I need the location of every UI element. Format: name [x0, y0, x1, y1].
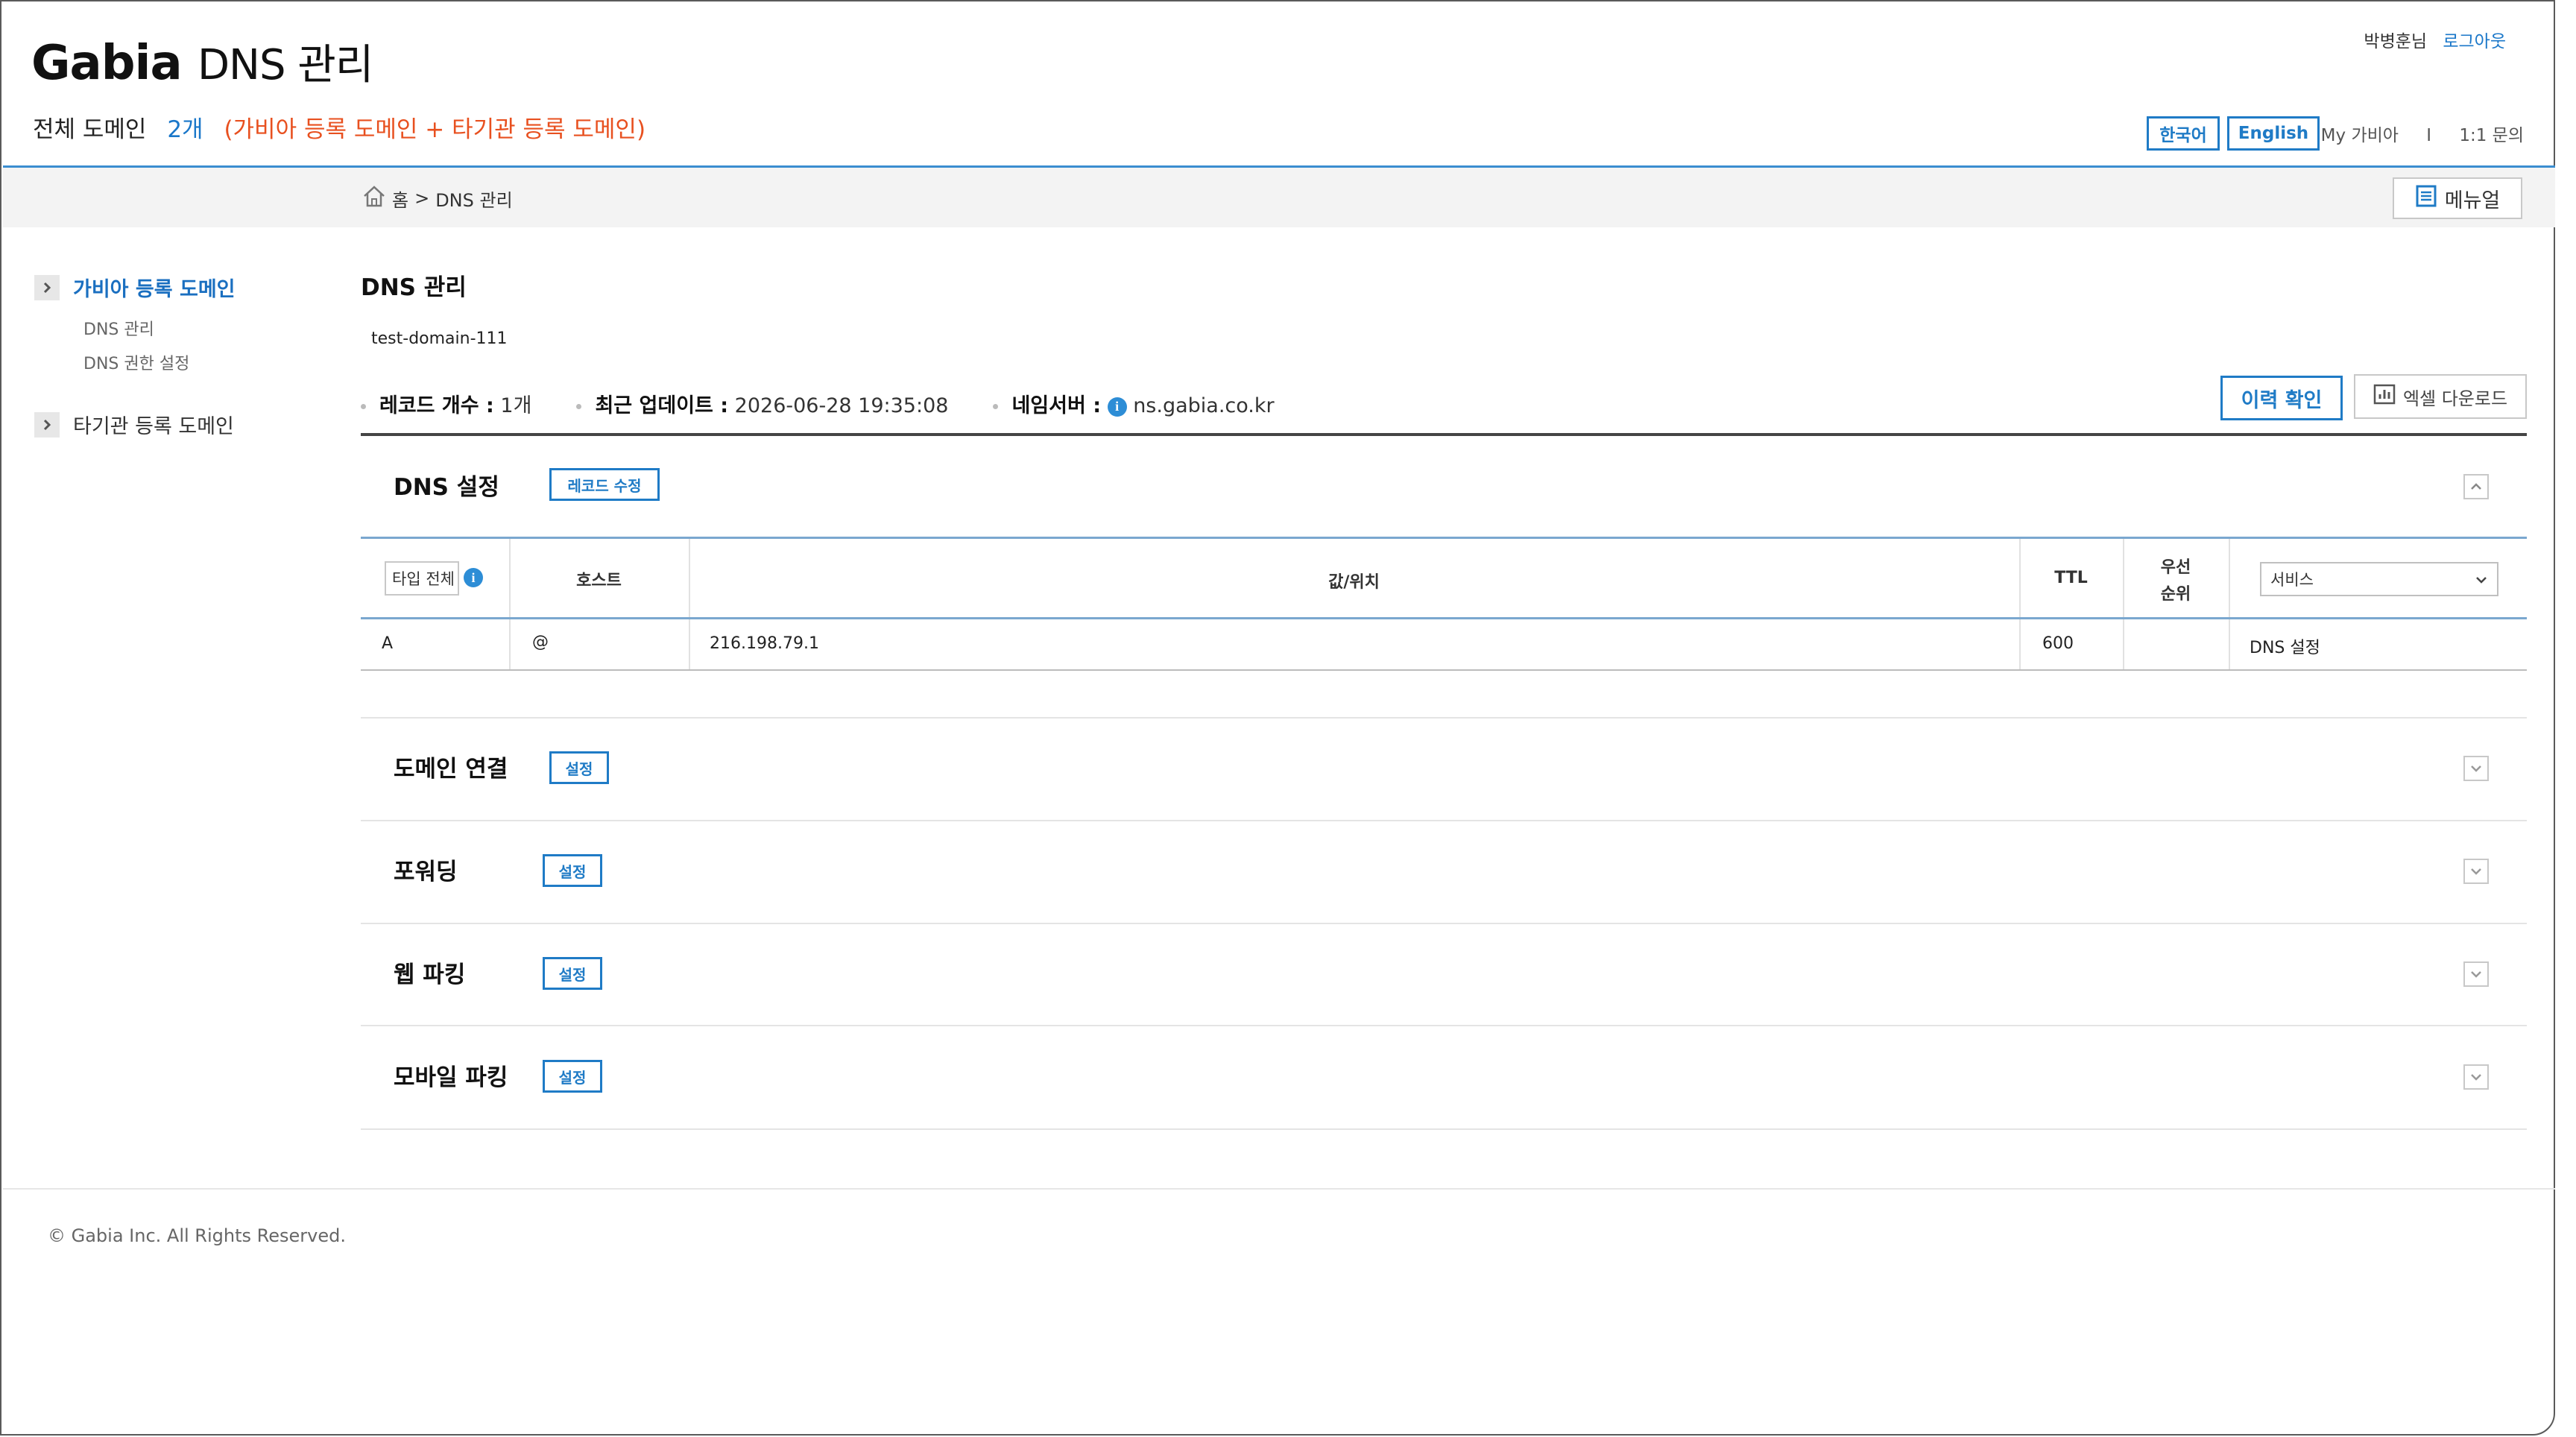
- manual-button-label: 메뉴얼: [2444, 189, 2501, 212]
- web-parking-settings-button[interactable]: 설정: [543, 957, 602, 990]
- cell-value: 216.198.79.1: [710, 634, 819, 653]
- header-value: 값/위치: [1328, 573, 1380, 592]
- nameserver: 네임서버 : i ns.gabia.co.kr: [993, 389, 1275, 418]
- cell-ttl: 600: [2042, 634, 2074, 653]
- dns-settings-title: DNS 설정: [394, 474, 499, 501]
- home-icon[interactable]: [362, 185, 386, 212]
- sidebar-item-other-domains[interactable]: 타기관 등록 도메인: [34, 410, 234, 439]
- section-divider: [361, 923, 2527, 924]
- forwarding-title: 포워딩: [394, 859, 458, 885]
- chart-icon: [2373, 384, 2396, 409]
- breadcrumb: 홈 > DNS 관리: [362, 185, 513, 212]
- meta-info: 레코드 개수 : 1개 최근 업데이트 : 2026-06-28 19:35:0…: [361, 389, 1275, 418]
- chevron-up-icon[interactable]: [2463, 474, 2489, 499]
- logo-subtitle: DNS 관리: [197, 41, 373, 89]
- manual-doc-icon: [2415, 185, 2437, 212]
- link-separator: I: [2426, 126, 2432, 145]
- header-host: 호스트: [576, 572, 622, 590]
- chevron-down-icon[interactable]: [2463, 859, 2489, 884]
- cell-type: A: [382, 634, 394, 653]
- copyright: © Gabia Inc. All Rights Reserved.: [48, 1225, 346, 1246]
- manual-button[interactable]: 메뉴얼: [2393, 177, 2522, 219]
- cell-host: @: [532, 633, 549, 651]
- section-divider: [361, 433, 2527, 436]
- table-row[interactable]: A @ 216.198.79.1 600 DNS 설정: [361, 619, 2527, 669]
- edit-records-button[interactable]: 레코드 수정: [549, 468, 660, 501]
- chevron-down-icon[interactable]: [2463, 756, 2489, 781]
- user-area: 박병훈님 로그아웃: [2364, 27, 2506, 52]
- chevron-down-icon: [2475, 570, 2488, 588]
- section-divider: [361, 1025, 2527, 1026]
- section-divider: [361, 1128, 2527, 1130]
- header-priority: 우선 순위: [2160, 558, 2191, 604]
- info-icon[interactable]: i: [464, 568, 483, 587]
- domain-summary: 전체 도메인 2개 (가비아 등록 도메인 + 타기관 등록 도메인): [33, 110, 645, 144]
- chevron-down-icon[interactable]: [2463, 961, 2489, 987]
- summary-count[interactable]: 2개: [167, 116, 203, 143]
- info-icon[interactable]: i: [1107, 397, 1127, 417]
- header-ttl: TTL: [2054, 569, 2088, 587]
- table-top-border: [361, 537, 2527, 539]
- excel-button-label: 엑셀 다운로드: [2402, 388, 2508, 409]
- sidebar-subitem-dns-permission[interactable]: DNS 권한 설정: [83, 350, 189, 374]
- breadcrumb-current: DNS 관리: [435, 189, 513, 211]
- service-select[interactable]: 서비스: [2260, 562, 2498, 596]
- lang-english-button[interactable]: English: [2227, 116, 2320, 151]
- breadcrumb-separator: >: [414, 188, 430, 209]
- summary-note: (가비아 등록 도메인 + 타기관 등록 도메인): [224, 116, 646, 143]
- mobile-parking-settings-button[interactable]: 설정: [543, 1060, 602, 1093]
- section-divider: [361, 717, 2527, 718]
- last-updated: 최근 업데이트 : 2026-06-28 19:35:08: [576, 389, 948, 418]
- chevron-right-icon: [34, 411, 60, 438]
- my-gabia-link[interactable]: My 가비아: [2321, 126, 2399, 145]
- chevron-down-icon[interactable]: [2463, 1064, 2489, 1090]
- sidebar-item-label: 가비아 등록 도메인: [73, 278, 236, 301]
- inquiry-link[interactable]: 1:1 문의: [2459, 126, 2524, 145]
- excel-download-button[interactable]: 엑셀 다운로드: [2354, 374, 2527, 419]
- cell-service: DNS 설정: [2250, 639, 2320, 657]
- lang-korean-button[interactable]: 한국어: [2147, 116, 2220, 151]
- sidebar-item-gabia-domains[interactable]: 가비아 등록 도메인: [34, 273, 236, 302]
- sidebar-subitem-dns-manage[interactable]: DNS 관리: [83, 316, 154, 340]
- type-filter-select[interactable]: 타입 전체: [385, 561, 459, 596]
- table-bottom-border: [361, 669, 2527, 671]
- web-parking-title: 웹 파킹: [394, 961, 466, 988]
- domain-connect-settings-button[interactable]: 설정: [549, 751, 609, 784]
- breadcrumb-home[interactable]: 홈: [392, 186, 408, 212]
- forwarding-settings-button[interactable]: 설정: [543, 854, 602, 887]
- service-select-value: 서비스: [2270, 571, 2314, 589]
- logo-brand: Gabia: [31, 36, 183, 91]
- app-window: Gabia DNS 관리 전체 도메인 2개 (가비아 등록 도메인 + 타기관…: [0, 0, 2555, 1436]
- history-button[interactable]: 이력 확인: [2220, 376, 2343, 420]
- section-divider: [361, 820, 2527, 821]
- logo[interactable]: Gabia DNS 관리: [31, 31, 373, 92]
- page-title: DNS 관리: [361, 274, 467, 301]
- record-count: 레코드 개수 : 1개: [361, 389, 531, 418]
- footer-divider: [3, 1188, 2555, 1190]
- chevron-right-icon: [34, 274, 60, 300]
- summary-label: 전체 도메인: [33, 116, 147, 143]
- user-name: 박병훈님: [2364, 32, 2428, 51]
- mobile-parking-title: 모바일 파킹: [394, 1064, 508, 1091]
- logout-link[interactable]: 로그아웃: [2443, 32, 2506, 51]
- domain-connect-title: 도메인 연결: [394, 756, 508, 783]
- sidebar-item-label: 타기관 등록 도메인: [73, 415, 234, 438]
- domain-name: test-domain-111: [371, 329, 508, 348]
- top-links: My 가비아 I 1:1 문의: [2321, 121, 2524, 146]
